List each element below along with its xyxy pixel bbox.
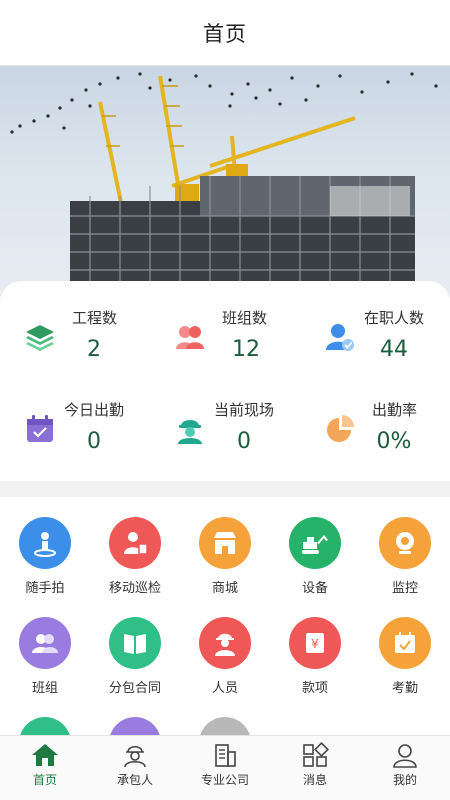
menu-item-monitor[interactable]: 监控 bbox=[360, 497, 450, 597]
menu-item-equipment[interactable]: 设备 bbox=[270, 497, 360, 597]
svg-text:¥: ¥ bbox=[311, 637, 319, 651]
stat-on-site-now[interactable]: 当前现场 0 bbox=[150, 399, 300, 479]
group-icon bbox=[19, 617, 71, 669]
menu-item-payment[interactable]: ¥ 款项 bbox=[270, 597, 360, 697]
user-check-icon bbox=[326, 324, 354, 351]
inspection-icon bbox=[109, 517, 161, 569]
menu-item-label: 商城 bbox=[211, 581, 238, 596]
layers-icon bbox=[26, 325, 54, 351]
menu-item-label: 移动巡检 bbox=[108, 581, 161, 596]
menu-item-partial-1[interactable] bbox=[0, 697, 90, 735]
stat-label: 工程数 bbox=[72, 309, 118, 327]
payment-icon: ¥ bbox=[289, 617, 341, 669]
contractor-icon bbox=[124, 745, 146, 768]
shop-icon bbox=[199, 517, 251, 569]
menu-item-subcontract[interactable]: 分包合同 bbox=[90, 597, 180, 697]
tab-company[interactable]: 专业公司 bbox=[180, 736, 270, 800]
stat-employee-count[interactable]: 在职人数 44 bbox=[300, 307, 450, 387]
stat-label: 班组数 bbox=[222, 309, 268, 327]
menu-item-team[interactable]: 班组 bbox=[0, 597, 90, 697]
stat-label: 出勤率 bbox=[372, 401, 418, 419]
tab-contractor[interactable]: 承包人 bbox=[90, 736, 180, 800]
tab-messages[interactable]: 消息 bbox=[270, 736, 360, 800]
camera-person-icon bbox=[19, 517, 71, 569]
top-bar: 首页 bbox=[0, 0, 450, 66]
tab-label: 承包人 bbox=[116, 773, 153, 787]
menu-item-attendance[interactable]: 考勤 bbox=[360, 597, 450, 697]
calendar-icon bbox=[379, 617, 431, 669]
stat-value: 0 bbox=[237, 429, 251, 454]
construction-site-illustration bbox=[10, 72, 438, 296]
home-icon bbox=[32, 744, 58, 766]
stat-value: 12 bbox=[232, 337, 260, 362]
banner-image[interactable] bbox=[0, 66, 450, 296]
excavator-icon bbox=[289, 517, 341, 569]
stat-value: 2 bbox=[87, 337, 101, 362]
stat-attendance-today[interactable]: 今日出勤 0 bbox=[0, 399, 150, 479]
stats-card: 工程数 2 班组数 12 在职人数 44 今日出勤 0 当前现场 0 出勤率 0… bbox=[0, 281, 450, 481]
stat-project-count[interactable]: 工程数 2 bbox=[0, 307, 150, 387]
page-title: 首页 bbox=[203, 21, 247, 46]
menu-item-label: 监控 bbox=[391, 581, 418, 596]
menu-item-shop[interactable]: 商城 bbox=[180, 497, 270, 597]
tab-label: 首页 bbox=[32, 773, 57, 787]
stat-value: 44 bbox=[380, 337, 408, 362]
section-divider bbox=[0, 481, 450, 497]
menu-item-label: 款项 bbox=[301, 681, 328, 696]
bottom-tab-bar: 首页 承包人 专业公司 消息 我的 bbox=[0, 735, 450, 800]
stat-label: 当前现场 bbox=[214, 401, 275, 419]
menu-item-partial-3[interactable] bbox=[180, 697, 270, 735]
profile-icon bbox=[393, 744, 417, 768]
book-icon bbox=[109, 617, 161, 669]
stat-label: 今日出勤 bbox=[64, 401, 125, 419]
feature-grid: 随手拍 移动巡检 商城 设备 监控 班组 分包合同 人员 ¥ 款项 考勤 bbox=[0, 497, 450, 735]
team-icon bbox=[176, 326, 204, 349]
menu-item-personnel[interactable]: 人员 bbox=[180, 597, 270, 697]
pie-icon bbox=[327, 415, 354, 442]
tab-profile[interactable]: 我的 bbox=[360, 736, 450, 800]
menu-item-label: 班组 bbox=[31, 681, 58, 696]
building-icon bbox=[215, 744, 236, 767]
tab-label: 我的 bbox=[392, 773, 417, 787]
menu-item-inspection[interactable]: 移动巡检 bbox=[90, 497, 180, 597]
partial-icon-1 bbox=[19, 717, 71, 735]
stat-attendance-rate[interactable]: 出勤率 0% bbox=[300, 399, 450, 479]
menu-item-label: 设备 bbox=[301, 581, 328, 596]
menu-item-partial-2[interactable] bbox=[90, 697, 180, 735]
person-helmet-icon bbox=[199, 617, 251, 669]
camera-icon bbox=[379, 517, 431, 569]
stat-value: 0 bbox=[87, 429, 101, 454]
partial-icon-2 bbox=[109, 717, 161, 735]
stat-label: 在职人数 bbox=[364, 309, 425, 327]
message-icon bbox=[303, 742, 329, 767]
tab-home[interactable]: 首页 bbox=[0, 736, 90, 800]
menu-item-label: 分包合同 bbox=[108, 681, 161, 696]
menu-item-snapshot[interactable]: 随手拍 bbox=[0, 497, 90, 597]
partial-icon-3 bbox=[199, 717, 251, 735]
menu-item-label: 人员 bbox=[211, 681, 238, 696]
worker-icon bbox=[178, 420, 202, 444]
stat-team-count[interactable]: 班组数 12 bbox=[150, 307, 300, 387]
tab-label: 消息 bbox=[302, 773, 327, 787]
stat-value: 0% bbox=[376, 429, 412, 454]
menu-item-label: 考勤 bbox=[391, 681, 418, 696]
calendar-check-icon bbox=[27, 415, 53, 442]
menu-item-label: 随手拍 bbox=[25, 581, 65, 596]
tab-label: 专业公司 bbox=[200, 773, 249, 787]
